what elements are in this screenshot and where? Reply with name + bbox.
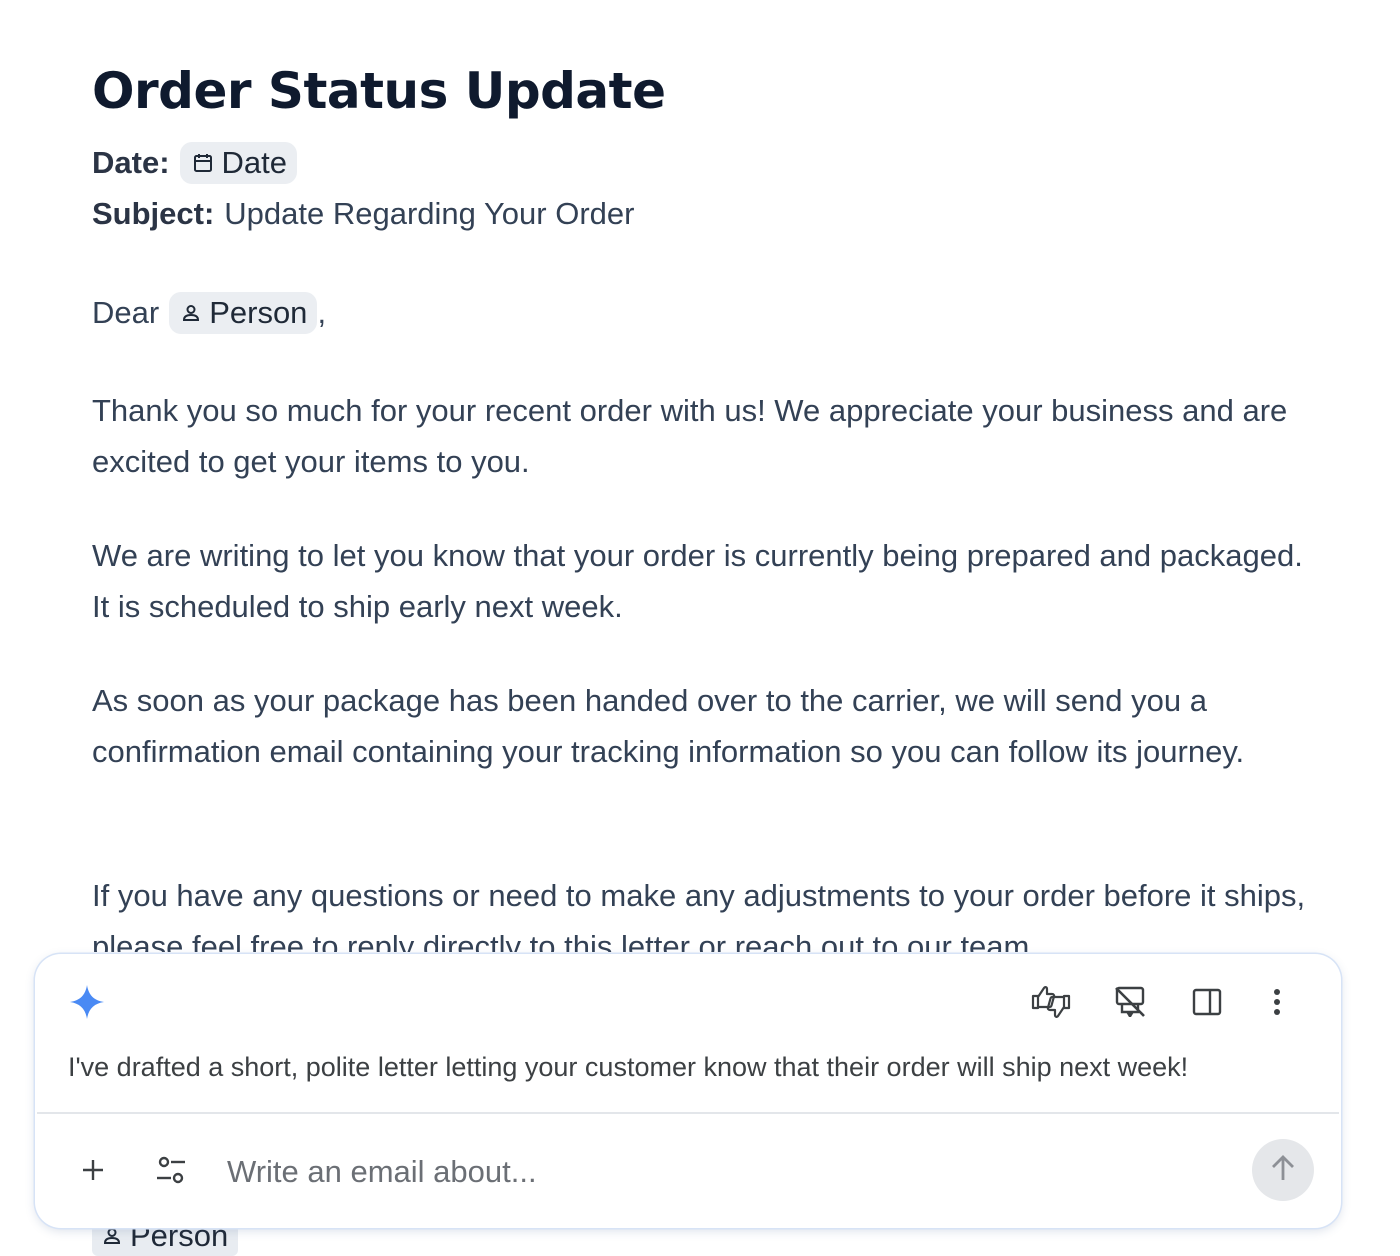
subject-label: Subject:: [92, 196, 215, 231]
paragraph-3: As soon as your package has been handed …: [92, 683, 1245, 769]
salutation-line: Dear Person ,: [92, 292, 326, 334]
person-chip[interactable]: Person: [169, 292, 318, 334]
feedback-button[interactable]: [1029, 982, 1073, 1026]
tune-icon: [155, 1154, 187, 1191]
options-button[interactable]: [149, 1150, 193, 1194]
date-chip[interactable]: Date: [179, 142, 297, 184]
subject-line: Subject: Update Regarding Your Order: [92, 196, 634, 232]
date-chip-label: Date: [221, 145, 287, 180]
person-chip-label: Person: [209, 295, 308, 330]
date-label: Date:: [92, 145, 170, 180]
prompt-input[interactable]: [225, 1146, 1229, 1198]
assistant-message: I've drafted a short, polite letter lett…: [68, 1052, 1189, 1082]
more-options-button[interactable]: [1255, 982, 1299, 1026]
salutation-comma: ,: [317, 295, 327, 330]
more-vert-icon: [1272, 987, 1282, 1022]
side-panel-icon: [1191, 986, 1223, 1023]
date-line: Date: Date: [92, 142, 297, 184]
assistant-panel: I've drafted a short, polite letter lett…: [35, 954, 1341, 1228]
paragraph-1: Thank you so much for your recent order …: [92, 393, 1288, 479]
divider: [37, 1112, 1339, 1114]
calendar-icon: [192, 152, 214, 174]
side-panel-button[interactable]: [1185, 982, 1229, 1026]
paragraph-4: If you have any questions or need to mak…: [92, 878, 1306, 952]
paragraph-4-clip: If you have any questions or need to mak…: [92, 870, 1352, 952]
send-button[interactable]: [1252, 1139, 1314, 1201]
arrow-up-icon: [1268, 1153, 1298, 1188]
paragraph-2: We are writing to let you know that your…: [92, 538, 1303, 624]
subject-value: Update Regarding Your Order: [224, 196, 635, 231]
thumbs-feedback-icon: [1030, 982, 1072, 1027]
salutation-text: Dear: [92, 295, 160, 330]
add-button[interactable]: [71, 1150, 115, 1194]
plus-icon: [81, 1158, 105, 1187]
hide-icon: [1112, 984, 1148, 1025]
page-title: Order Status Update: [92, 62, 666, 120]
person-icon: [181, 303, 201, 323]
sparkle-icon: [69, 984, 105, 1025]
hide-button[interactable]: [1108, 982, 1152, 1026]
